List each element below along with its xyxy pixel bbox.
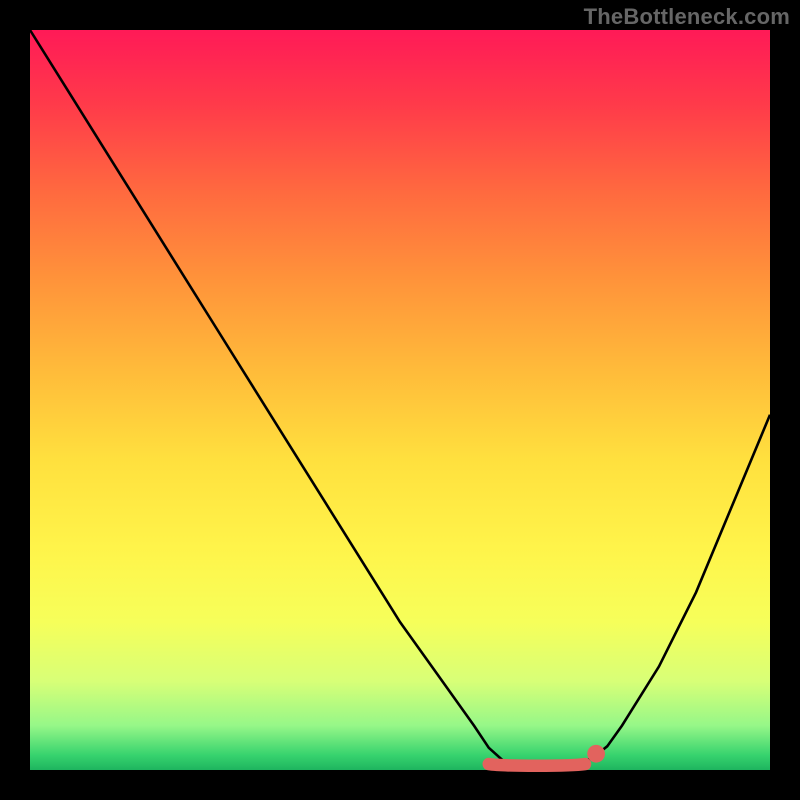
- bottleneck-curve: [30, 30, 770, 766]
- attribution-label: TheBottleneck.com: [584, 4, 790, 30]
- chart-frame: TheBottleneck.com: [0, 0, 800, 800]
- valley-marker: [489, 764, 585, 766]
- valley-end-dot: [587, 745, 605, 763]
- plot-area: [30, 30, 770, 770]
- curve-layer: [30, 30, 770, 770]
